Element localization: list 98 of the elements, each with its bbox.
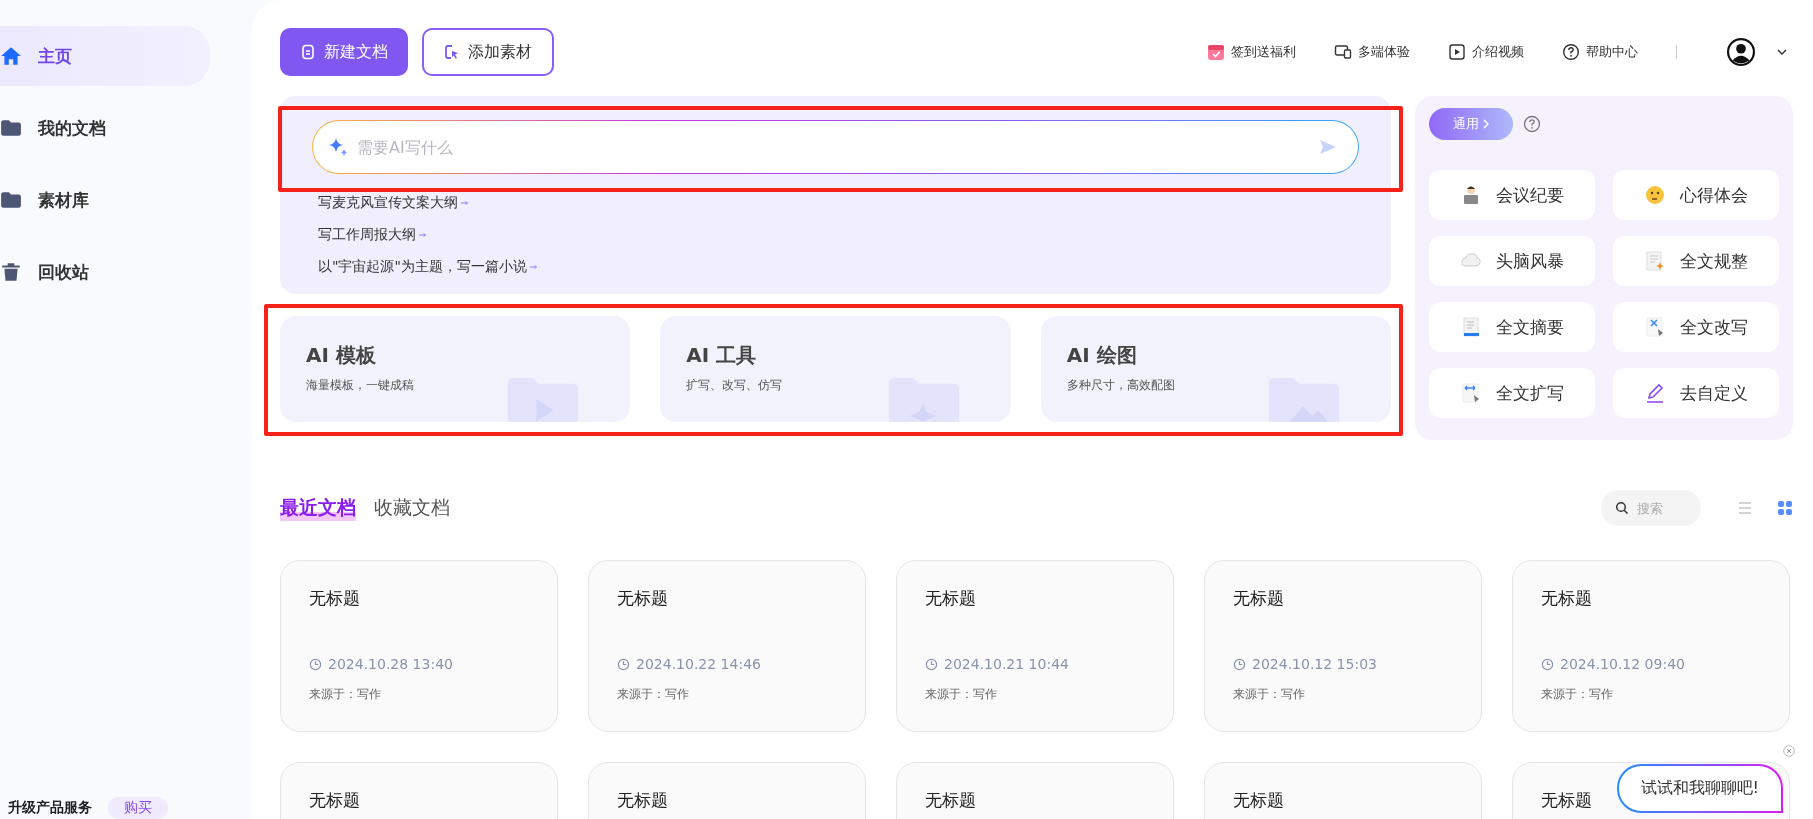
document-time: 2024.10.22 14:46 (636, 656, 761, 672)
quick-action-button[interactable]: 全文改写 (1613, 302, 1779, 352)
quick-action-button[interactable]: 头脑风暴 (1429, 236, 1595, 286)
document-source: 来源于：写作 (617, 686, 690, 703)
feature-card[interactable]: AI 绘图 多种尺寸，高效配图 (1040, 316, 1391, 422)
feature-subtitle: 扩写、改写、仿写 (686, 377, 784, 394)
quick-action-button[interactable]: 全文扩写 (1429, 368, 1595, 418)
prompt-input[interactable]: 需要AI写什么 (312, 120, 1359, 174)
document-card[interactable]: 无标题 2024.10.21 10:44 来源于：写作 (896, 560, 1174, 732)
toolbar-link[interactable]: 签到送福利 (1207, 43, 1296, 61)
folder-icon (0, 189, 22, 211)
close-icon[interactable] (1783, 745, 1795, 757)
document-sparkle-icon (1644, 250, 1666, 272)
document-source: 来源于：写作 (1541, 686, 1614, 703)
suggestion-link[interactable]: 写麦克风宣传文案大纲 (318, 194, 469, 212)
pencil-icon (1644, 382, 1666, 404)
feature-card[interactable]: AI 工具 扩写、改写、仿写 (660, 316, 1011, 422)
document-title: 无标题 (617, 789, 669, 812)
document-card[interactable]: 无标题 2024.10.28 13:40 来源于：写作 (280, 560, 558, 732)
arrow-icon (419, 232, 427, 238)
search-box[interactable]: 搜索 (1601, 490, 1701, 526)
feature-card[interactable]: AI 模板 海量模板，一键成稿 (280, 316, 631, 422)
quick-action-button[interactable]: 心得体会 (1613, 170, 1779, 220)
feature-title: AI 工具 (686, 342, 758, 369)
clock-icon (1541, 657, 1554, 671)
toolbar-link[interactable]: 帮助中心 (1562, 43, 1638, 61)
document-card[interactable]: 无标题 2024.10.12 09:40 来源于：写作 (1512, 560, 1790, 732)
home-icon (0, 45, 22, 67)
document-title: 无标题 (1541, 587, 1593, 610)
new-document-button[interactable]: 新建文档 (280, 28, 408, 76)
document-time: 2024.10.12 15:03 (1252, 656, 1377, 672)
document-icon (1460, 316, 1482, 338)
suggestion-link[interactable]: 以"宇宙起源"为主题，写一篇小说 (318, 258, 538, 276)
document-cross-icon (1644, 316, 1666, 338)
add-material-button[interactable]: 添加素材 (422, 28, 554, 76)
arrow-icon (529, 264, 538, 270)
document-source: 来源于：写作 (925, 686, 998, 703)
quick-action-button[interactable]: 全文规整 (1613, 236, 1779, 286)
document-arrows-icon (1460, 382, 1482, 404)
feature-title: AI 模板 (306, 342, 377, 369)
document-time: 2024.10.21 10:44 (944, 656, 1069, 672)
document-source: 来源于：写作 (309, 686, 382, 703)
feature-subtitle: 多种尺寸，高效配图 (1066, 377, 1176, 394)
prompt-text-field[interactable]: 需要AI写什么 (355, 136, 1312, 158)
sidebar-item[interactable]: 主页 (0, 26, 210, 86)
avatar-icon[interactable] (1727, 38, 1755, 66)
suggestion-link[interactable]: 写工作周报大纲 (318, 226, 427, 244)
document-title: 无标题 (309, 587, 361, 610)
sidebar-item[interactable]: 回收站 (0, 242, 210, 302)
upgrade-label: 升级产品服务 (8, 799, 92, 817)
folder-icon (0, 117, 22, 139)
document-tab[interactable]: 收藏文档 (374, 495, 450, 521)
document-card[interactable]: 无标题 2024.10.12 15:03 来源于：写作 (1204, 560, 1482, 732)
toolbar-link[interactable]: 介绍视频 (1448, 43, 1524, 61)
document-title: 无标题 (1233, 789, 1285, 812)
document-title: 无标题 (925, 789, 977, 812)
search-icon (1615, 501, 1629, 515)
document-card[interactable]: 无标题 (896, 762, 1174, 819)
toolbar-link[interactable]: 多端体验 (1334, 43, 1410, 61)
help-icon (1562, 43, 1580, 61)
feature-title: AI 绘图 (1066, 342, 1138, 369)
search-field[interactable]: 搜索 (1635, 499, 1695, 517)
sidebar-item[interactable]: 我的文档 (0, 98, 210, 158)
help-icon[interactable] (1523, 115, 1541, 133)
document-title: 无标题 (1541, 789, 1593, 812)
document-card[interactable]: 无标题 (1204, 762, 1482, 819)
document-card[interactable]: 无标题 2024.10.22 14:46 来源于：写作 (588, 560, 866, 732)
quick-action-button[interactable]: 全文摘要 (1429, 302, 1595, 352)
thinking-face-icon (1644, 184, 1666, 206)
document-card[interactable]: 无标题 (588, 762, 866, 819)
grid-view-icon[interactable] (1777, 500, 1793, 516)
document-time: 2024.10.28 13:40 (328, 656, 453, 672)
clock-icon (1233, 657, 1246, 671)
cursor-icon (444, 44, 460, 60)
buy-button[interactable]: 购买 (108, 797, 168, 819)
document-title: 无标题 (925, 587, 977, 610)
document-source: 来源于：写作 (1233, 686, 1306, 703)
document-title: 无标题 (617, 587, 669, 610)
chevron-icon (1483, 119, 1489, 129)
document-icon (300, 44, 316, 60)
document-card[interactable]: 无标题 (280, 762, 558, 819)
document-time: 2024.10.12 09:40 (1560, 656, 1685, 672)
clock-icon (309, 657, 322, 671)
trash-icon (0, 261, 22, 283)
calendar-icon (1207, 43, 1225, 61)
arrow-icon (461, 200, 469, 206)
document-title: 无标题 (1233, 587, 1285, 610)
document-title: 无标题 (309, 789, 361, 812)
quick-action-button[interactable]: 去自定义 (1613, 368, 1779, 418)
clock-icon (617, 657, 630, 671)
quick-action-button[interactable]: 会议纪要 (1429, 170, 1595, 220)
sidebar-item[interactable]: 素材库 (0, 170, 210, 230)
play-icon (1448, 43, 1466, 61)
feature-subtitle: 海量模板，一键成稿 (306, 377, 415, 394)
caret-icon[interactable] (1777, 49, 1787, 55)
devices-icon (1334, 43, 1352, 61)
document-tab[interactable]: 最近文档 (280, 495, 356, 521)
clock-icon (925, 657, 938, 671)
